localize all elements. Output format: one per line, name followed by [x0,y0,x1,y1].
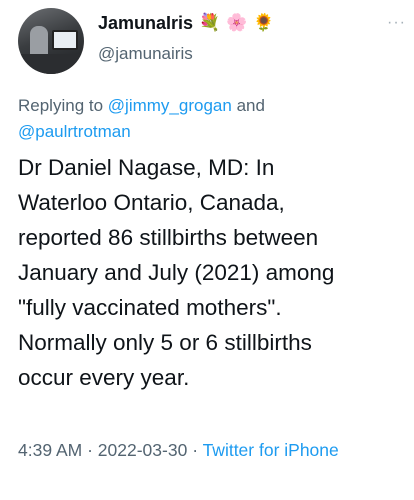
tweet-time[interactable]: 4:39 AM [18,440,82,460]
sunflower-emoji-icon: 🌻 [253,13,275,33]
tweet-body-line: occur every year. [18,365,190,390]
tweet-body-line: January and July (2021) among [18,260,335,285]
tweet-source-link[interactable]: Twitter for iPhone [203,440,339,460]
author-display-name[interactable]: JamunaIris [98,13,193,34]
meta-separator: · [192,440,199,460]
mention-link-jimmy-grogan[interactable]: @jimmy_grogan [108,96,232,115]
avatar[interactable] [18,8,84,74]
tweet-body-line: Waterloo Ontario, Canada, [18,190,285,215]
tweet-date[interactable]: 2022-03-30 [98,440,188,460]
tweet-body-line: Normally only 5 or 6 stillbirths [18,330,312,355]
tweet: JamunaIris 💐 🌸 🌻 @jamunairis ··· Replyin… [0,0,414,500]
author-handle[interactable]: @jamunairis [98,44,193,64]
cherry-blossom-emoji-icon: 🌸 [226,13,248,33]
tweet-body-line: "fully vaccinated mothers". [18,295,282,320]
replying-to-line: Replying to @jimmy_grogan and @paulrtrot… [18,93,398,145]
avatar-desk [18,54,84,74]
meta-separator: · [87,440,93,460]
author-name-row[interactable]: JamunaIris 💐 🌸 🌻 [98,13,275,34]
tweet-body-line: reported 86 stillbirths between [18,225,319,250]
tweet-meta: 4:39 AM · 2022-03-30 · Twitter for iPhon… [18,437,408,463]
bouquet-emoji-icon: 💐 [199,13,221,33]
tweet-body: Dr Daniel Nagase, MD: In Waterloo Ontari… [18,150,410,395]
avatar-monitor [52,30,78,50]
replying-to-label: Replying to [18,96,104,115]
tweet-body-line: Dr Daniel Nagase, MD: In [18,155,275,180]
more-horizontal-icon[interactable]: ··· [387,14,406,32]
mention-link-paulrtrotman[interactable]: @paulrtrotman [18,122,131,141]
replying-to-conjunction: and [236,96,265,115]
